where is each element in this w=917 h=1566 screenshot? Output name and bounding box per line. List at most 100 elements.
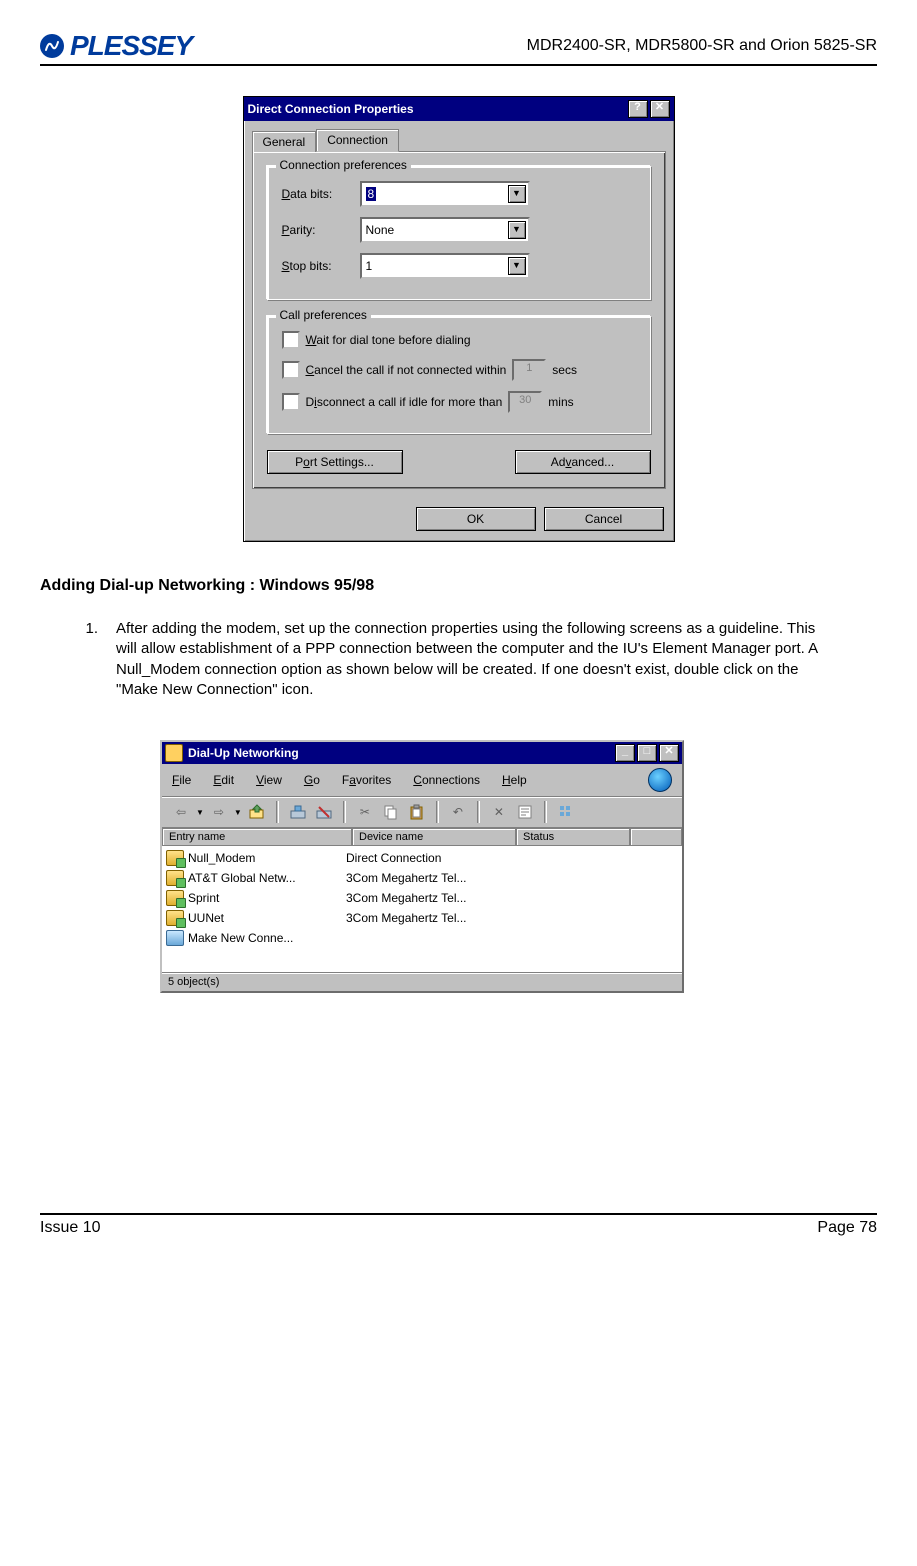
col-device[interactable]: Device name [352, 828, 516, 846]
cancel-call-checkbox[interactable] [282, 361, 300, 379]
back-chevron-icon[interactable]: ▼ [196, 808, 204, 817]
close-button[interactable]: ✕ [650, 100, 670, 118]
delete-icon[interactable]: ✕ [488, 801, 510, 823]
page-footer: Issue 10 Page 78 [40, 1213, 877, 1237]
window-title: Dial-Up Networking [188, 746, 299, 760]
up-icon[interactable] [246, 801, 268, 823]
cancel-secs-label: secs [552, 363, 577, 377]
titlebar[interactable]: Direct Connection Properties ? ✕ [244, 97, 674, 121]
listview[interactable]: Null_Modem Direct Connection AT&T Global… [162, 846, 682, 972]
device-name: 3Com Megahertz Tel... [346, 911, 467, 925]
forward-icon[interactable]: ⇨ [208, 801, 230, 823]
list-item[interactable]: Sprint 3Com Megahertz Tel... [166, 888, 678, 908]
disconnect-idle-label: Disconnect a call if idle for more thanD… [306, 395, 503, 409]
wait-dialtone-checkbox[interactable] [282, 331, 300, 349]
properties-icon[interactable] [514, 801, 536, 823]
parity-value: None [366, 223, 395, 237]
group-call-prefs: Call preferences Wait for dial tone befo… [267, 316, 651, 434]
ok-button[interactable]: OK [416, 507, 536, 531]
dialup-icon [165, 744, 183, 762]
cancel-secs-input[interactable]: 1 [512, 359, 546, 381]
cancel-button[interactable]: Cancel [544, 507, 664, 531]
menu-view[interactable]: ViewView [256, 773, 282, 787]
help-button[interactable]: ? [628, 100, 648, 118]
chevron-down-icon[interactable]: ▼ [508, 185, 526, 203]
menu-edit[interactable]: EditEdit [213, 773, 234, 787]
entry-name: Make New Conne... [188, 931, 293, 945]
data-bits-value: 8 [366, 187, 377, 201]
titlebar[interactable]: Dial-Up Networking _ □ ✕ [162, 742, 682, 764]
stop-bits-label: Stop bits:Stop bits: [282, 259, 352, 273]
step-text: After adding the modem, set up the conne… [116, 619, 837, 700]
tab-panel-connection: Connection preferences DData bits:ata bi… [252, 151, 666, 489]
list-item[interactable]: AT&T Global Netw... 3Com Megahertz Tel..… [166, 868, 678, 888]
disconnect-mins-input[interactable]: 30 [508, 391, 542, 413]
minimize-button[interactable]: _ [615, 744, 635, 762]
tab-connection[interactable]: Connection [316, 129, 399, 152]
copy-icon[interactable] [380, 801, 402, 823]
col-entry[interactable]: Entry name [162, 828, 352, 846]
disconnect-idle-checkbox[interactable] [282, 393, 300, 411]
map-drive-icon[interactable] [287, 801, 309, 823]
views-icon[interactable] [555, 801, 577, 823]
instruction-list: 1. After adding the modem, set up the co… [80, 619, 837, 700]
entry-name: AT&T Global Netw... [188, 871, 296, 885]
menu-favorites[interactable]: FavoritesFavorites [342, 773, 391, 787]
list-item[interactable]: Make New Conne... [166, 928, 678, 948]
advanced-button[interactable]: Advanced...Advanced... [515, 450, 651, 474]
statusbar: 5 object(s) [162, 972, 682, 991]
menu-file[interactable]: FileFile [172, 773, 191, 787]
connection-icon [166, 850, 184, 866]
page-header: PLESSEY MDR2400-SR, MDR5800-SR and Orion… [40, 30, 877, 66]
chevron-down-icon[interactable]: ▼ [508, 257, 526, 275]
group-title: Connection preferences [276, 158, 411, 172]
logo: PLESSEY [40, 30, 192, 62]
list-item: 1. After adding the modem, set up the co… [80, 619, 837, 700]
chevron-down-icon[interactable]: ▼ [508, 221, 526, 239]
issue-number: Issue 10 [40, 1219, 100, 1237]
logo-icon [40, 34, 64, 58]
paste-icon[interactable] [406, 801, 428, 823]
group-connection-prefs: Connection preferences DData bits:ata bi… [267, 166, 651, 300]
section-heading: Adding Dial-up Networking : Windows 95/9… [40, 577, 877, 595]
device-name: 3Com Megahertz Tel... [346, 891, 467, 905]
menu-connections[interactable]: ConnectionsConnections [413, 773, 480, 787]
logo-text: PLESSEY [70, 30, 192, 62]
device-name: Direct Connection [346, 851, 441, 865]
col-status[interactable]: Status [516, 828, 630, 846]
entry-name: Sprint [188, 891, 219, 905]
data-bits-select[interactable]: 8 ▼ [360, 181, 530, 207]
list-item[interactable]: UUNet 3Com Megahertz Tel... [166, 908, 678, 928]
parity-label: Parity:Parity: [282, 223, 352, 237]
list-item[interactable]: Null_Modem Direct Connection [166, 848, 678, 868]
model-line: MDR2400-SR, MDR5800-SR and Orion 5825-SR [527, 37, 877, 55]
close-button[interactable]: ✕ [659, 744, 679, 762]
menu-help[interactable]: HelpHelp [502, 773, 527, 787]
connection-icon [166, 910, 184, 926]
cut-icon[interactable]: ✂ [354, 801, 376, 823]
data-bits-label: DData bits:ata bits: [282, 187, 352, 201]
undo-icon[interactable]: ↶ [447, 801, 469, 823]
step-number: 1. [80, 619, 98, 700]
port-settings-button[interactable]: Port Settings...Port Settings... [267, 450, 403, 474]
stop-bits-value: 1 [366, 259, 373, 273]
entry-name: UUNet [188, 911, 224, 925]
disconnect-drive-icon[interactable] [313, 801, 335, 823]
entry-name: Null_Modem [188, 851, 255, 865]
fwd-chevron-icon[interactable]: ▼ [234, 808, 242, 817]
ie-icon [648, 768, 672, 792]
page-number: Page 78 [817, 1219, 877, 1237]
back-icon[interactable]: ⇦ [170, 801, 192, 823]
tab-general[interactable]: General [252, 131, 317, 152]
parity-select[interactable]: None ▼ [360, 217, 530, 243]
menu-go[interactable]: GoGo [304, 773, 320, 787]
direct-connection-dialog: Direct Connection Properties ? ✕ General… [243, 96, 675, 542]
stop-bits-select[interactable]: 1 ▼ [360, 253, 530, 279]
disconnect-mins-label: mins [548, 395, 573, 409]
cancel-call-label: Cancel the call if not connected withinC… [306, 363, 507, 377]
maximize-button[interactable]: □ [637, 744, 657, 762]
connection-icon [166, 890, 184, 906]
toolbar: ⇦ ▼ ⇨ ▼ ✂ ↶ ✕ [162, 796, 682, 828]
menubar: FileFile EditEdit ViewView GoGo Favorite… [162, 764, 682, 796]
dialog-title: Direct Connection Properties [248, 102, 414, 116]
